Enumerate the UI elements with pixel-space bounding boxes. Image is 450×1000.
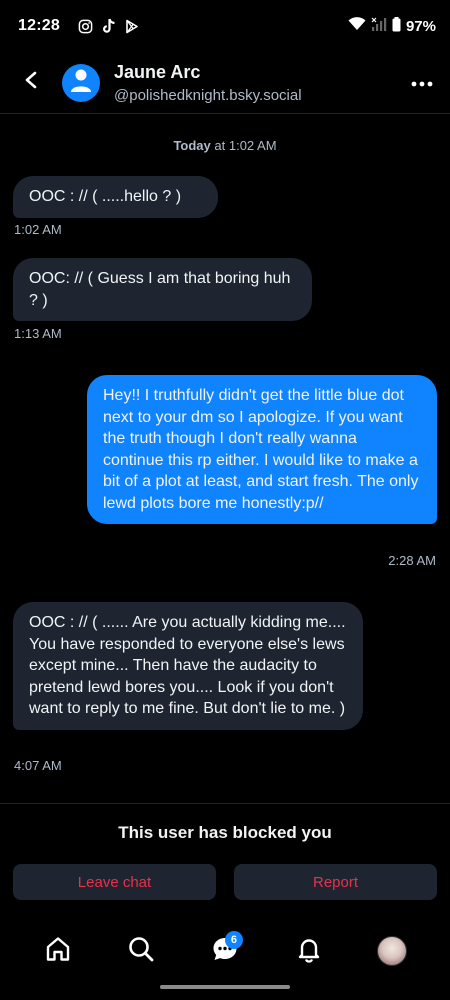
leave-chat-button[interactable]: Leave chat: [13, 864, 216, 900]
message-time: 1:02 AM: [14, 222, 62, 237]
status-app-icons: [78, 18, 139, 34]
contact-handle: @polishedknight.bsky.social: [114, 86, 302, 104]
nav-home[interactable]: [28, 921, 88, 981]
battery-icon: [392, 16, 401, 36]
message-bubble-incoming[interactable]: OOC: // ( Guess I am that boring huh ? ): [13, 258, 312, 321]
date-separator-time: at 1:02 AM: [210, 138, 277, 153]
back-button[interactable]: [0, 52, 62, 114]
contact-info[interactable]: Jaune Arc @polishedknight.bsky.social: [114, 62, 302, 104]
report-button[interactable]: Report: [234, 864, 437, 900]
contact-avatar[interactable]: [62, 63, 100, 102]
profile-avatar: [377, 936, 408, 966]
default-avatar-icon: [69, 67, 93, 98]
home-indicator: [160, 985, 290, 989]
wifi-icon: [348, 17, 366, 35]
tiktok-icon: [102, 18, 116, 34]
back-arrow-icon: [24, 71, 38, 94]
nav-search[interactable]: [111, 921, 171, 981]
message-text: OOC : // ( ...... Are you actually kiddi…: [29, 614, 346, 717]
message-bubble-incoming[interactable]: OOC : // ( .....hello ? ): [13, 176, 218, 218]
play-store-icon: [125, 19, 139, 34]
chat-unread-badge: 6: [224, 931, 243, 949]
message-time: 2:28 AM: [388, 553, 436, 568]
signal-icon: [371, 17, 387, 35]
message-text: OOC: // ( Guess I am that boring huh ? ): [29, 270, 291, 309]
status-indicators: 97%: [348, 16, 436, 36]
contact-name: Jaune Arc: [114, 61, 201, 82]
message-text: Hey!! I truthfully didn't get the little…: [103, 387, 419, 512]
message-text: OOC : // ( .....hello ? ): [29, 188, 182, 205]
search-icon: [127, 935, 155, 968]
nav-chat[interactable]: 6: [195, 921, 255, 981]
message-time: 4:07 AM: [14, 758, 62, 773]
message-bubble-outgoing[interactable]: Hey!! I truthfully didn't get the little…: [87, 375, 437, 524]
battery-percent: 97%: [405, 17, 436, 35]
instagram-icon: [78, 19, 93, 34]
status-bar: 12:28 97%: [0, 0, 450, 52]
date-separator: Today at 1:02 AM: [0, 138, 450, 153]
more-options-button[interactable]: [394, 55, 450, 111]
nav-notifications[interactable]: [279, 921, 339, 981]
divider: [0, 803, 450, 804]
notifications-icon: [295, 935, 323, 968]
chat-header: Jaune Arc @polishedknight.bsky.social: [0, 52, 450, 114]
bottom-nav: 6: [0, 920, 450, 982]
more-options-icon: [411, 74, 433, 92]
date-separator-day: Today: [173, 138, 211, 153]
blocked-notice: This user has blocked you: [118, 823, 332, 842]
home-icon: [44, 935, 72, 968]
status-time: 12:28: [18, 17, 60, 34]
message-time: 1:13 AM: [14, 326, 62, 341]
nav-profile[interactable]: [362, 921, 422, 981]
message-bubble-incoming[interactable]: OOC : // ( ...... Are you actually kiddi…: [13, 602, 363, 730]
